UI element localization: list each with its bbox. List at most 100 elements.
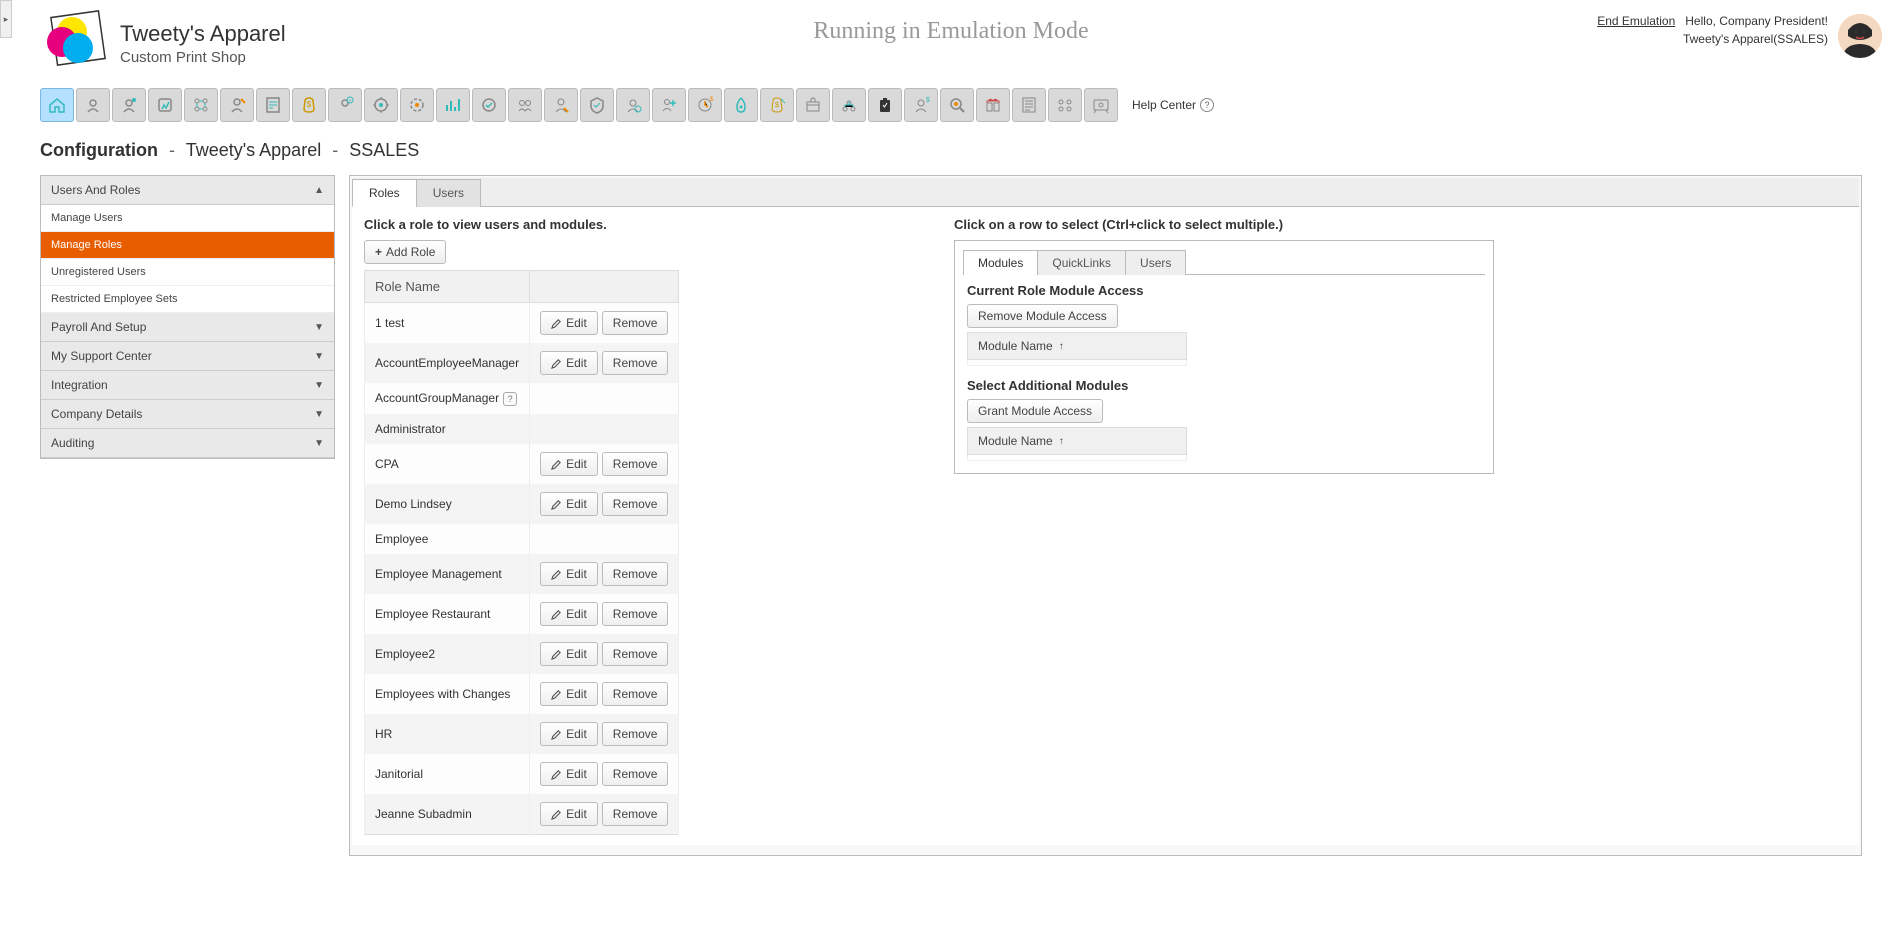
remove-role-button[interactable]: Remove	[602, 562, 669, 586]
sidebar-section-users-and-roles[interactable]: Users And Roles▲	[41, 176, 334, 205]
toolbar-button-24[interactable]: $	[904, 88, 938, 122]
toolbar-button-10[interactable]	[400, 88, 434, 122]
toolbar-button-18[interactable]: $	[688, 88, 722, 122]
toolbar-button-6[interactable]	[256, 88, 290, 122]
toolbar-button-29[interactable]	[1084, 88, 1118, 122]
edit-role-button[interactable]: Edit	[540, 452, 598, 476]
subtab-quicklinks[interactable]: QuickLinks	[1037, 250, 1126, 275]
remove-role-button[interactable]: Remove	[602, 802, 669, 826]
toolbar-button-1[interactable]	[76, 88, 110, 122]
toolbar-button-9[interactable]	[364, 88, 398, 122]
edit-role-button[interactable]: Edit	[540, 562, 598, 586]
edit-role-button[interactable]: Edit	[540, 351, 598, 375]
toolbar-button-21[interactable]	[796, 88, 830, 122]
remove-role-button[interactable]: Remove	[602, 602, 669, 626]
role-row[interactable]: Employees with Changes EditRemove	[365, 674, 679, 714]
toolbar-icon-13	[515, 95, 535, 115]
toolbar-icon-27	[1019, 95, 1039, 115]
toolbar-button-3[interactable]	[148, 88, 182, 122]
remove-role-button[interactable]: Remove	[602, 351, 669, 375]
remove-role-button[interactable]: Remove	[602, 452, 669, 476]
end-emulation-link[interactable]: End Emulation	[1597, 14, 1675, 28]
toolbar-button-11[interactable]	[436, 88, 470, 122]
toolbar-button-17[interactable]	[652, 88, 686, 122]
edit-role-button[interactable]: Edit	[540, 722, 598, 746]
subtab-modules[interactable]: Modules	[963, 250, 1038, 275]
breadcrumb-main: Configuration	[40, 140, 158, 160]
toolbar-button-7[interactable]: $	[292, 88, 326, 122]
role-row[interactable]: 1 test EditRemove	[365, 303, 679, 344]
toolbar-button-4[interactable]	[184, 88, 218, 122]
remove-role-button[interactable]: Remove	[602, 311, 669, 335]
role-row[interactable]: AccountGroupManager?	[365, 383, 679, 414]
role-row[interactable]: HR EditRemove	[365, 714, 679, 754]
toolbar-button-16[interactable]	[616, 88, 650, 122]
role-row[interactable]: Janitorial EditRemove	[365, 754, 679, 794]
add-role-button[interactable]: + Add Role	[364, 240, 446, 264]
sidebar-item-manage-roles[interactable]: Manage Roles	[41, 232, 334, 259]
help-center-link[interactable]: Help Center?	[1132, 98, 1214, 112]
role-row[interactable]: Employee2 EditRemove	[365, 634, 679, 674]
toolbar-button-8[interactable]: +	[328, 88, 362, 122]
sidebar-item-unregistered-users[interactable]: Unregistered Users	[41, 259, 334, 286]
edit-role-button[interactable]: Edit	[540, 642, 598, 666]
sidebar-section-my-support-center[interactable]: My Support Center▼	[41, 342, 334, 371]
edit-role-button[interactable]: Edit	[540, 802, 598, 826]
role-actions-cell	[530, 383, 679, 414]
sidebar-section-payroll-and-setup[interactable]: Payroll And Setup▼	[41, 313, 334, 342]
edit-role-button[interactable]: Edit	[540, 762, 598, 786]
toolbar-button-26[interactable]	[976, 88, 1010, 122]
remove-role-button[interactable]: Remove	[602, 722, 669, 746]
remove-role-button[interactable]: Remove	[602, 642, 669, 666]
tab-users[interactable]: Users	[416, 179, 481, 207]
role-row[interactable]: Administrator	[365, 414, 679, 444]
toolbar-button-12[interactable]	[472, 88, 506, 122]
role-row[interactable]: AccountEmployeeManager EditRemove	[365, 343, 679, 383]
role-row[interactable]: Jeanne Subadmin EditRemove	[365, 794, 679, 835]
toolbar-button-0[interactable]	[40, 88, 74, 122]
help-icon[interactable]: ?	[503, 392, 517, 406]
remove-role-button[interactable]: Remove	[602, 682, 669, 706]
toolbar-button-22[interactable]	[832, 88, 866, 122]
toolbar-button-23[interactable]	[868, 88, 902, 122]
toolbar-button-5[interactable]	[220, 88, 254, 122]
toolbar-button-27[interactable]	[1012, 88, 1046, 122]
logo-block: Tweety's Apparel Custom Print Shop	[40, 8, 286, 78]
role-row[interactable]: Employee Restaurant EditRemove	[365, 594, 679, 634]
toolbar-button-28[interactable]	[1048, 88, 1082, 122]
toolbar-button-13[interactable]	[508, 88, 542, 122]
remove-role-button[interactable]: Remove	[602, 762, 669, 786]
toolbar-button-14[interactable]	[544, 88, 578, 122]
current-module-header[interactable]: Module Name ↑	[967, 332, 1187, 360]
sidebar-section-auditing[interactable]: Auditing▼	[41, 429, 334, 458]
toolbar-icon-9	[371, 95, 391, 115]
role-row[interactable]: Employee	[365, 524, 679, 554]
toolbar-button-15[interactable]	[580, 88, 614, 122]
toolbar-button-25[interactable]	[940, 88, 974, 122]
avatar[interactable]	[1838, 14, 1882, 58]
sidebar-item-restricted-employee-sets[interactable]: Restricted Employee Sets	[41, 286, 334, 313]
sidebar-section-integration[interactable]: Integration▼	[41, 371, 334, 400]
edit-role-button[interactable]: Edit	[540, 682, 598, 706]
edit-role-button[interactable]: Edit	[540, 492, 598, 516]
role-row[interactable]: CPA EditRemove	[365, 444, 679, 484]
additional-module-header[interactable]: Module Name ↑	[967, 427, 1187, 455]
remove-role-button[interactable]: Remove	[602, 492, 669, 516]
edit-role-button[interactable]: Edit	[540, 311, 598, 335]
tab-roles[interactable]: Roles	[352, 179, 417, 207]
toolbar-button-20[interactable]: $	[760, 88, 794, 122]
sidebar-section-company-details[interactable]: Company Details▼	[41, 400, 334, 429]
role-name-cell: Janitorial	[365, 754, 530, 794]
role-actions-cell	[530, 414, 679, 444]
toolbar-button-19[interactable]	[724, 88, 758, 122]
toolbar-button-2[interactable]	[112, 88, 146, 122]
toolbar-icon-16	[623, 95, 643, 115]
sidebar-item-manage-users[interactable]: Manage Users	[41, 205, 334, 232]
remove-module-access-button[interactable]: Remove Module Access	[967, 304, 1118, 328]
role-row[interactable]: Demo Lindsey EditRemove	[365, 484, 679, 524]
grant-module-access-button[interactable]: Grant Module Access	[967, 399, 1103, 423]
subtab-users[interactable]: Users	[1125, 250, 1186, 275]
edit-role-button[interactable]: Edit	[540, 602, 598, 626]
role-row[interactable]: Employee Management EditRemove	[365, 554, 679, 594]
roles-header-name[interactable]: Role Name	[365, 271, 530, 303]
